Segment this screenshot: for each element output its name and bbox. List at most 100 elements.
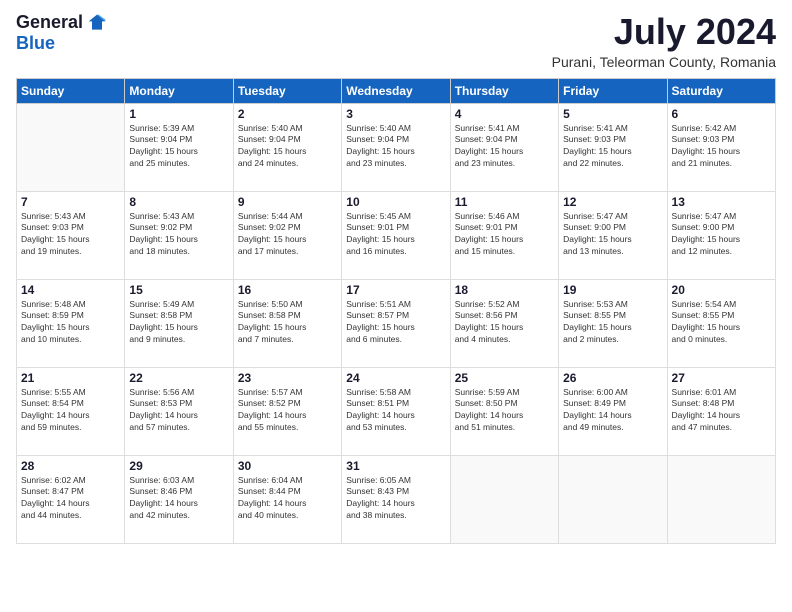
week-row-1: 1 Sunrise: 5:39 AM Sunset: 9:04 PM Daylig… bbox=[17, 103, 776, 191]
day-number: 5 bbox=[563, 107, 662, 121]
calendar-cell: 20 Sunrise: 5:54 AM Sunset: 8:55 PM Dayli… bbox=[667, 279, 775, 367]
calendar-cell: 28 Sunrise: 6:02 AM Sunset: 8:47 PM Dayli… bbox=[17, 455, 125, 543]
calendar-cell bbox=[667, 455, 775, 543]
calendar-cell: 24 Sunrise: 5:58 AM Sunset: 8:51 PM Dayli… bbox=[342, 367, 450, 455]
day-info: Sunrise: 5:42 AM Sunset: 9:03 PM Dayligh… bbox=[672, 123, 771, 171]
day-number: 2 bbox=[238, 107, 337, 121]
day-number: 9 bbox=[238, 195, 337, 209]
day-number: 8 bbox=[129, 195, 228, 209]
day-number: 13 bbox=[672, 195, 771, 209]
week-row-3: 14 Sunrise: 5:48 AM Sunset: 8:59 PM Dayli… bbox=[17, 279, 776, 367]
day-info: Sunrise: 6:01 AM Sunset: 8:48 PM Dayligh… bbox=[672, 387, 771, 435]
header: General Blue July 2024 Purani, Teleorman… bbox=[16, 12, 776, 70]
calendar-cell: 17 Sunrise: 5:51 AM Sunset: 8:57 PM Dayli… bbox=[342, 279, 450, 367]
calendar-cell: 25 Sunrise: 5:59 AM Sunset: 8:50 PM Dayli… bbox=[450, 367, 558, 455]
day-number: 17 bbox=[346, 283, 445, 297]
calendar-cell: 22Sunrise: 5:56 AM Sunset: 8:53 PM Dayli… bbox=[125, 367, 233, 455]
calendar-cell: 23 Sunrise: 5:57 AM Sunset: 8:52 PM Dayli… bbox=[233, 367, 341, 455]
day-info: Sunrise: 5:43 AM Sunset: 9:03 PM Dayligh… bbox=[21, 211, 120, 259]
day-info: Sunrise: 5:55 AM Sunset: 8:54 PM Dayligh… bbox=[21, 387, 120, 435]
calendar-cell bbox=[17, 103, 125, 191]
title-block: July 2024 Purani, Teleorman County, Roma… bbox=[552, 12, 776, 70]
calendar-cell: 4 Sunrise: 5:41 AM Sunset: 9:04 PM Daylig… bbox=[450, 103, 558, 191]
calendar-cell: 27 Sunrise: 6:01 AM Sunset: 8:48 PM Dayli… bbox=[667, 367, 775, 455]
calendar-cell bbox=[450, 455, 558, 543]
calendar-cell: 9Sunrise: 5:44 AM Sunset: 9:02 PM Daylig… bbox=[233, 191, 341, 279]
day-info: Sunrise: 5:57 AM Sunset: 8:52 PM Dayligh… bbox=[238, 387, 337, 435]
day-number: 11 bbox=[455, 195, 554, 209]
calendar-cell: 31 Sunrise: 6:05 AM Sunset: 8:43 PM Dayli… bbox=[342, 455, 450, 543]
location: Purani, Teleorman County, Romania bbox=[552, 54, 776, 70]
week-row-5: 28 Sunrise: 6:02 AM Sunset: 8:47 PM Dayli… bbox=[17, 455, 776, 543]
logo: General Blue bbox=[16, 12, 107, 54]
calendar-cell: 15 Sunrise: 5:49 AM Sunset: 8:58 PM Dayli… bbox=[125, 279, 233, 367]
day-info: Sunrise: 6:02 AM Sunset: 8:47 PM Dayligh… bbox=[21, 475, 120, 523]
day-number: 14 bbox=[21, 283, 120, 297]
calendar-cell: 7 Sunrise: 5:43 AM Sunset: 9:03 PM Daylig… bbox=[17, 191, 125, 279]
weekday-header-monday: Monday bbox=[125, 78, 233, 103]
day-number: 1 bbox=[129, 107, 228, 121]
day-info: Sunrise: 6:05 AM Sunset: 8:43 PM Dayligh… bbox=[346, 475, 445, 523]
day-number: 31 bbox=[346, 459, 445, 473]
day-info: Sunrise: 5:48 AM Sunset: 8:59 PM Dayligh… bbox=[21, 299, 120, 347]
day-info: Sunrise: 5:51 AM Sunset: 8:57 PM Dayligh… bbox=[346, 299, 445, 347]
calendar-cell: 11Sunrise: 5:46 AM Sunset: 9:01 PM Dayli… bbox=[450, 191, 558, 279]
day-number: 18 bbox=[455, 283, 554, 297]
weekday-header-friday: Friday bbox=[559, 78, 667, 103]
day-number: 12 bbox=[563, 195, 662, 209]
day-number: 7 bbox=[21, 195, 120, 209]
calendar-cell: 2 Sunrise: 5:40 AM Sunset: 9:04 PM Daylig… bbox=[233, 103, 341, 191]
month-year: July 2024 bbox=[552, 12, 776, 52]
day-number: 23 bbox=[238, 371, 337, 385]
calendar-cell: 30Sunrise: 6:04 AM Sunset: 8:44 PM Dayli… bbox=[233, 455, 341, 543]
day-number: 28 bbox=[21, 459, 120, 473]
calendar-cell: 6 Sunrise: 5:42 AM Sunset: 9:03 PM Daylig… bbox=[667, 103, 775, 191]
day-number: 10 bbox=[346, 195, 445, 209]
day-info: Sunrise: 6:00 AM Sunset: 8:49 PM Dayligh… bbox=[563, 387, 662, 435]
week-row-2: 7 Sunrise: 5:43 AM Sunset: 9:03 PM Daylig… bbox=[17, 191, 776, 279]
day-info: Sunrise: 5:47 AM Sunset: 9:00 PM Dayligh… bbox=[563, 211, 662, 259]
day-number: 25 bbox=[455, 371, 554, 385]
calendar-cell: 10 Sunrise: 5:45 AM Sunset: 9:01 PM Dayli… bbox=[342, 191, 450, 279]
day-number: 30 bbox=[238, 459, 337, 473]
day-number: 6 bbox=[672, 107, 771, 121]
day-info: Sunrise: 5:41 AM Sunset: 9:03 PM Dayligh… bbox=[563, 123, 662, 171]
calendar-cell: 8 Sunrise: 5:43 AM Sunset: 9:02 PM Daylig… bbox=[125, 191, 233, 279]
day-info: Sunrise: 5:58 AM Sunset: 8:51 PM Dayligh… bbox=[346, 387, 445, 435]
day-number: 26 bbox=[563, 371, 662, 385]
day-info: Sunrise: 5:54 AM Sunset: 8:55 PM Dayligh… bbox=[672, 299, 771, 347]
day-info: Sunrise: 5:39 AM Sunset: 9:04 PM Dayligh… bbox=[129, 123, 228, 171]
day-number: 15 bbox=[129, 283, 228, 297]
day-number: 3 bbox=[346, 107, 445, 121]
logo-icon bbox=[87, 13, 107, 33]
day-info: Sunrise: 5:49 AM Sunset: 8:58 PM Dayligh… bbox=[129, 299, 228, 347]
day-number: 29 bbox=[129, 459, 228, 473]
day-number: 24 bbox=[346, 371, 445, 385]
day-info: Sunrise: 5:41 AM Sunset: 9:04 PM Dayligh… bbox=[455, 123, 554, 171]
day-number: 27 bbox=[672, 371, 771, 385]
day-info: Sunrise: 6:03 AM Sunset: 8:46 PM Dayligh… bbox=[129, 475, 228, 523]
calendar-cell: 14 Sunrise: 5:48 AM Sunset: 8:59 PM Dayli… bbox=[17, 279, 125, 367]
calendar-cell: 18 Sunrise: 5:52 AM Sunset: 8:56 PM Dayli… bbox=[450, 279, 558, 367]
day-number: 20 bbox=[672, 283, 771, 297]
day-info: Sunrise: 5:45 AM Sunset: 9:01 PM Dayligh… bbox=[346, 211, 445, 259]
day-number: 21 bbox=[21, 371, 120, 385]
calendar-cell: 3 Sunrise: 5:40 AM Sunset: 9:04 PM Daylig… bbox=[342, 103, 450, 191]
day-info: Sunrise: 5:40 AM Sunset: 9:04 PM Dayligh… bbox=[346, 123, 445, 171]
calendar-cell: 5 Sunrise: 5:41 AM Sunset: 9:03 PM Daylig… bbox=[559, 103, 667, 191]
day-info: Sunrise: 5:40 AM Sunset: 9:04 PM Dayligh… bbox=[238, 123, 337, 171]
day-info: Sunrise: 5:43 AM Sunset: 9:02 PM Dayligh… bbox=[129, 211, 228, 259]
logo-blue-text: Blue bbox=[16, 33, 55, 54]
day-number: 4 bbox=[455, 107, 554, 121]
day-info: Sunrise: 5:53 AM Sunset: 8:55 PM Dayligh… bbox=[563, 299, 662, 347]
logo-general-text: General bbox=[16, 12, 83, 33]
calendar-cell: 13 Sunrise: 5:47 AM Sunset: 9:00 PM Dayli… bbox=[667, 191, 775, 279]
calendar-cell bbox=[559, 455, 667, 543]
weekday-header-wednesday: Wednesday bbox=[342, 78, 450, 103]
day-info: Sunrise: 5:52 AM Sunset: 8:56 PM Dayligh… bbox=[455, 299, 554, 347]
calendar-cell: 19Sunrise: 5:53 AM Sunset: 8:55 PM Dayli… bbox=[559, 279, 667, 367]
day-info: Sunrise: 5:56 AM Sunset: 8:53 PM Dayligh… bbox=[129, 387, 228, 435]
weekday-header-tuesday: Tuesday bbox=[233, 78, 341, 103]
day-info: Sunrise: 5:47 AM Sunset: 9:00 PM Dayligh… bbox=[672, 211, 771, 259]
day-info: Sunrise: 5:59 AM Sunset: 8:50 PM Dayligh… bbox=[455, 387, 554, 435]
